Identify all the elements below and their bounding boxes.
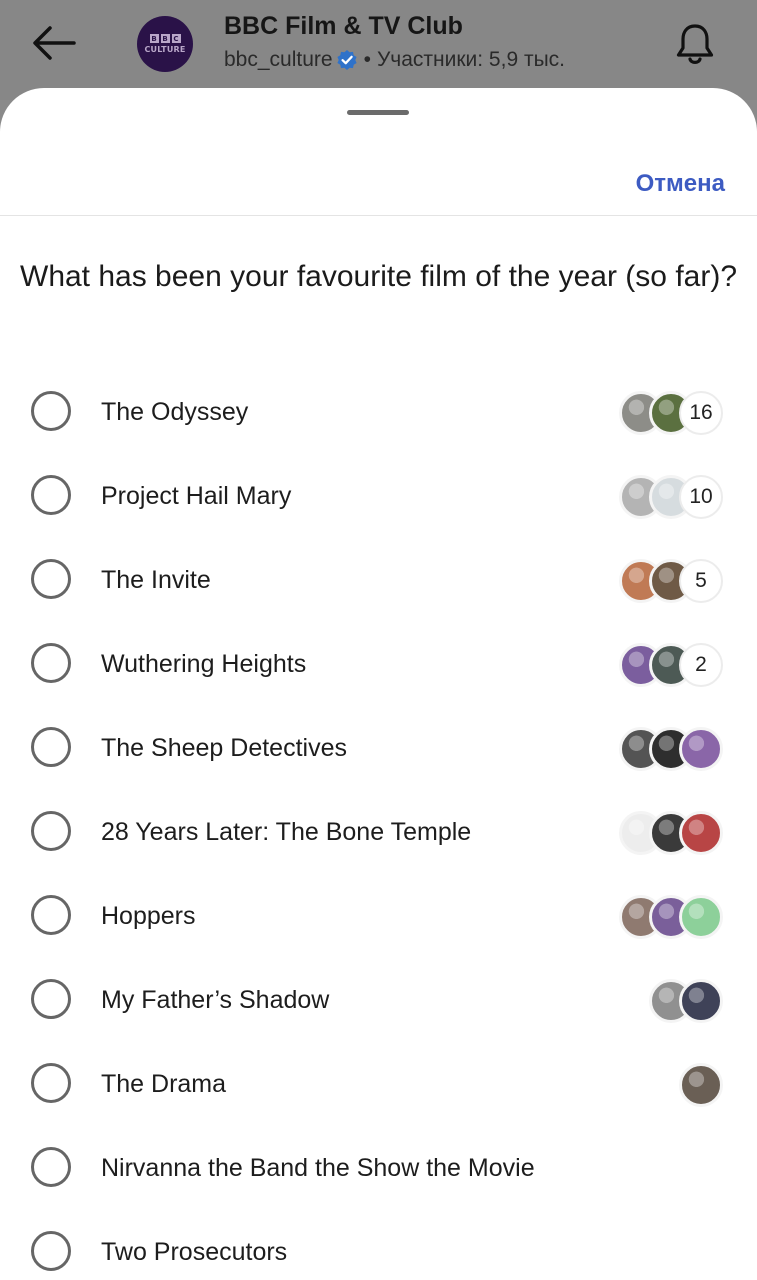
option-label: Wuthering Heights bbox=[101, 650, 307, 678]
voter-avatar bbox=[679, 895, 723, 939]
bbc-logo: B B C bbox=[149, 34, 181, 43]
member-count: Участники: 5,9 тыс. bbox=[376, 48, 566, 71]
voter-avatar bbox=[679, 727, 723, 771]
radio-button[interactable] bbox=[31, 1147, 71, 1187]
vote-count-badge: 2 bbox=[679, 643, 723, 687]
poll-option[interactable]: Project Hail Mary 10 bbox=[0, 456, 757, 540]
poll-option[interactable]: The Odyssey 16 bbox=[0, 372, 757, 456]
poll-option[interactable]: Two Prosecutors bbox=[0, 1212, 757, 1280]
vote-count-badge: 16 bbox=[679, 391, 723, 435]
voter-avatars[interactable]: 16 bbox=[619, 391, 723, 435]
poll-options: The Odyssey 16 Project Hail Mary 10 The Invi… bbox=[0, 372, 757, 1280]
radio-button[interactable] bbox=[31, 1231, 71, 1271]
poll-bottom-sheet: Отмена What has been your favourite film… bbox=[0, 88, 757, 1280]
voter-avatars[interactable] bbox=[679, 1063, 723, 1107]
option-label: Two Prosecutors bbox=[101, 1238, 288, 1266]
radio-button[interactable] bbox=[31, 1063, 71, 1103]
back-arrow-icon bbox=[33, 26, 76, 60]
group-avatar[interactable]: B B C CULTURE bbox=[137, 16, 193, 72]
option-label: Nirvanna the Band the Show the Movie bbox=[101, 1154, 535, 1182]
option-label: The Invite bbox=[101, 566, 211, 594]
voter-avatars[interactable] bbox=[649, 979, 723, 1023]
voter-avatars[interactable]: 2 bbox=[619, 643, 723, 687]
radio-button[interactable] bbox=[31, 811, 71, 851]
group-handle: bbc_culture bbox=[224, 48, 333, 71]
separator-dot: • bbox=[363, 48, 371, 71]
drag-handle[interactable] bbox=[347, 110, 409, 115]
radio-button[interactable] bbox=[31, 727, 71, 767]
radio-button[interactable] bbox=[31, 895, 71, 935]
option-label: My Father’s Shadow bbox=[101, 986, 330, 1014]
divider bbox=[0, 215, 757, 216]
voter-avatars[interactable]: 5 bbox=[619, 559, 723, 603]
vote-count-badge: 5 bbox=[679, 559, 723, 603]
voter-avatar bbox=[679, 811, 723, 855]
radio-button[interactable] bbox=[31, 475, 71, 515]
poll-option[interactable]: The Invite 5 bbox=[0, 540, 757, 624]
poll-option[interactable]: The Sheep Detectives bbox=[0, 708, 757, 792]
back-button[interactable] bbox=[28, 22, 80, 64]
radio-button[interactable] bbox=[31, 391, 71, 431]
radio-button[interactable] bbox=[31, 643, 71, 683]
voter-avatars[interactable] bbox=[619, 811, 723, 855]
poll-option[interactable]: Hoppers bbox=[0, 876, 757, 960]
poll-option[interactable]: Wuthering Heights 2 bbox=[0, 624, 757, 708]
option-label: The Sheep Detectives bbox=[101, 734, 347, 762]
poll-question: What has been your favourite film of the… bbox=[20, 260, 737, 293]
group-title[interactable]: BBC Film & TV Club bbox=[224, 12, 463, 41]
option-label: The Odyssey bbox=[101, 398, 249, 426]
poll-option[interactable]: The Drama bbox=[0, 1044, 757, 1128]
logo-subtitle: CULTURE bbox=[144, 45, 186, 54]
poll-option[interactable]: My Father’s Shadow bbox=[0, 960, 757, 1044]
group-subtitle: bbc_culture • Участники: 5,9 тыс. bbox=[224, 48, 565, 72]
bell-icon bbox=[676, 24, 714, 64]
verified-badge-icon bbox=[336, 50, 357, 70]
radio-button[interactable] bbox=[31, 979, 71, 1019]
voter-avatar bbox=[679, 979, 723, 1023]
poll-option[interactable]: 28 Years Later: The Bone Temple bbox=[0, 792, 757, 876]
vote-count-badge: 10 bbox=[679, 475, 723, 519]
option-label: Project Hail Mary bbox=[101, 482, 292, 510]
cancel-button[interactable]: Отмена bbox=[636, 170, 725, 198]
option-label: 28 Years Later: The Bone Temple bbox=[101, 818, 472, 846]
voter-avatars[interactable] bbox=[619, 727, 723, 771]
voter-avatars[interactable]: 10 bbox=[619, 475, 723, 519]
option-label: The Drama bbox=[101, 1070, 227, 1098]
voter-avatars[interactable] bbox=[619, 895, 723, 939]
radio-button[interactable] bbox=[31, 559, 71, 599]
poll-option[interactable]: Nirvanna the Band the Show the Movie bbox=[0, 1128, 757, 1212]
option-label: Hoppers bbox=[101, 902, 196, 930]
notifications-button[interactable] bbox=[672, 20, 718, 68]
voter-avatar bbox=[679, 1063, 723, 1107]
group-header: B B C CULTURE BBC Film & TV Club bbc_cul… bbox=[0, 0, 757, 100]
